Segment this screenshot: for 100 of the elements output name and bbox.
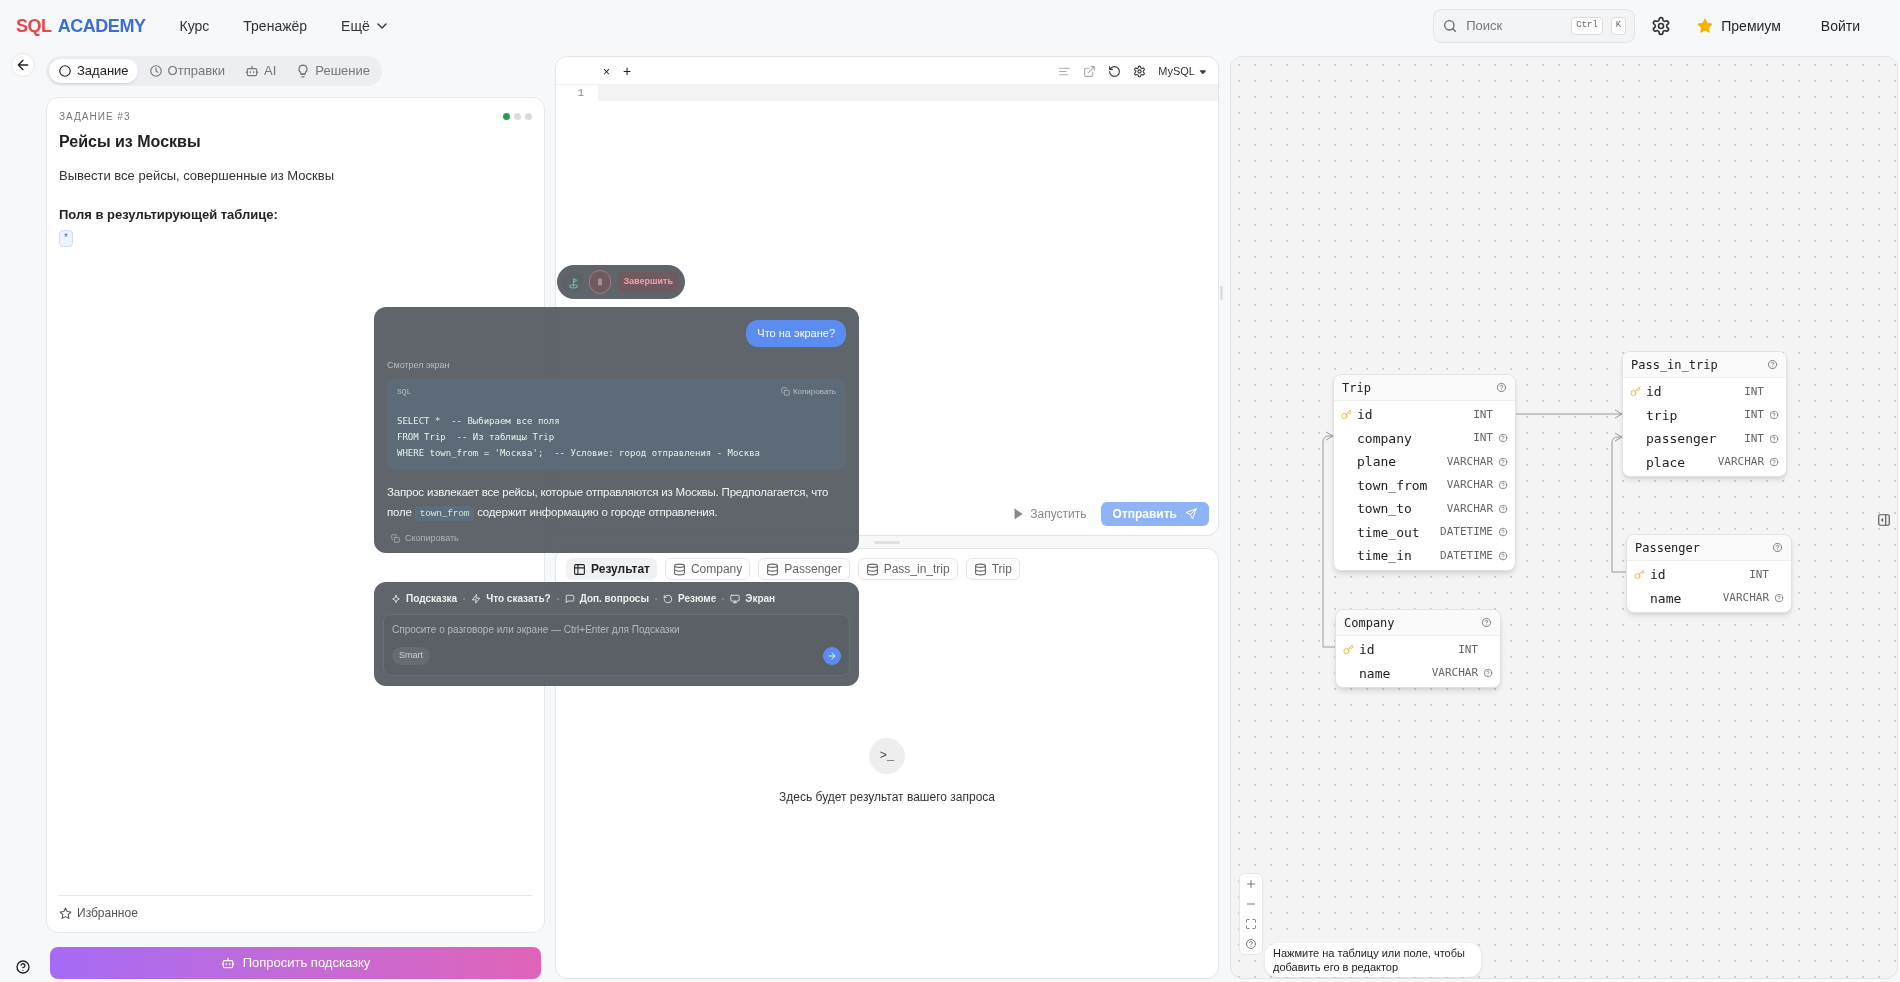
column-name[interactable]: company [1357,428,1474,448]
lightbulb-icon [296,64,311,78]
database-icon [672,562,686,576]
column-type: VARCHAR [1722,590,1769,606]
column-name[interactable]: time_out [1357,522,1440,542]
column-name[interactable]: id [1650,565,1750,585]
column-name[interactable]: place [1646,452,1718,472]
column-name[interactable]: name [1359,663,1432,683]
shortcut-key: K [1610,17,1627,35]
nav-link[interactable]: Тренажёр [243,15,308,37]
chat-bubble-icon [564,593,575,604]
column-name[interactable]: id [1359,640,1459,660]
logo[interactable]: SQL ACADEMY [16,12,146,40]
schema-table[interactable]: Pass_in_trip id INT trip INT passenger INT place VARCHAR [1622,351,1787,477]
column-name[interactable]: id [1357,405,1474,425]
robot-icon [245,64,259,78]
search-placeholder: Поиск [1466,17,1504,36]
quick-action-button[interactable]: Подсказка [391,591,458,606]
close-tab-button[interactable]: × [603,62,610,81]
column-type: INT [1473,406,1493,423]
schema-table[interactable]: Trip id INT company INT plane VARCHAR town_from VARCHAR town_to VARCHAR time_out DATETIME time_in DATETIME [1333,374,1516,571]
database-icon [973,562,987,576]
external-link-icon[interactable] [1083,65,1097,78]
settings-icon[interactable] [1651,16,1672,36]
shortcut-key: Ctrl [1571,17,1603,35]
result-tab[interactable]: Passenger [758,558,850,580]
settings-icon[interactable] [1133,65,1147,78]
column-type: INT [1744,383,1764,400]
task-tab[interactable]: AI [236,59,286,83]
column-type: VARCHAR [1446,477,1493,493]
result-tab[interactable]: Pass_in_trip [857,558,958,580]
fields-heading: Поля в результирующей таблице: [59,205,279,224]
circle-icon [58,64,72,78]
column-name[interactable]: plane [1357,452,1447,472]
fit-view-icon[interactable] [1245,918,1257,930]
code-line: FROM Trip -- Из таблицы Trip [397,430,556,444]
dialect-select[interactable]: MySQL [1158,63,1208,80]
terminal-icon: >_ [869,738,905,774]
status-text: Смотрел экран [387,359,451,372]
zoom-in-icon[interactable] [1245,878,1257,890]
send-button[interactable] [823,647,841,665]
column-type: INT [1744,430,1764,447]
premium-button[interactable]: Премиум [1697,15,1781,37]
nav-link[interactable]: Курс [179,15,210,37]
star-icon [59,906,72,920]
back-button[interactable] [11,53,35,77]
result-tab[interactable]: Company [664,558,751,580]
column-name[interactable]: id [1646,382,1745,402]
panel-toggle-icon[interactable] [1877,513,1891,527]
copy-icon [780,387,790,396]
add-tab-button[interactable]: + [623,61,632,82]
column-name[interactable]: time_in [1357,546,1440,566]
flag-icon[interactable] [566,275,580,289]
schema-table[interactable]: Company id INT name VARCHAR [1335,609,1501,688]
column-name[interactable]: passenger [1646,429,1745,449]
field-chip: * [59,230,73,247]
table-name[interactable]: Trip [1342,378,1371,397]
column-type: VARCHAR [1446,500,1493,517]
favorite-button[interactable]: Избранное [59,895,532,922]
undo-icon[interactable] [1108,65,1122,78]
task-tab[interactable]: Задание [49,59,138,83]
column-name[interactable]: trip [1646,405,1745,425]
sparkle-icon [391,593,401,604]
task-tab[interactable]: Решение [287,59,379,83]
arrow-left-icon [15,57,31,73]
quick-action-button[interactable]: Что сказать? [471,591,551,606]
chat-input[interactable]: Спросите о разговоре или экране — Ctrl+Enter для Подсказки Smart [383,614,850,676]
help-icon[interactable] [15,959,31,975]
task-tab[interactable]: Отправки [139,59,234,83]
pause-button[interactable] [589,270,612,294]
star-icon [1697,18,1714,34]
quick-action-button[interactable]: Экран [730,591,776,606]
mode-chip[interactable]: Smart [392,647,430,665]
line-number: 1 [576,85,585,101]
search-field[interactable]: Поиск Ctrl K [1433,9,1636,43]
column-name[interactable]: town_to [1357,499,1447,519]
column-type: DATETIME [1440,524,1493,540]
result-tab[interactable]: Результат [566,558,657,580]
task-number: ЗАДАНИЕ #3 [59,110,131,124]
clock-icon [148,64,163,78]
run-button[interactable]: Запустить [1012,505,1087,523]
column-type: INT [1458,641,1478,658]
task-title: Рейсы из Москвы [59,132,202,152]
send-icon [1185,508,1197,520]
user-message: Что на экране? [746,320,846,347]
login-button[interactable]: Войти [1820,15,1860,37]
database-icon [766,562,780,576]
arrow-right-icon [827,651,837,661]
nav-menu[interactable]: Ещё [341,15,390,37]
column-type: DATETIME [1440,547,1493,564]
quick-action-button[interactable]: Доп. вопросы [564,591,649,606]
format-icon[interactable] [1058,65,1072,78]
result-tab[interactable]: Trip [965,558,1020,580]
column-name[interactable]: name [1650,588,1723,608]
column-type: VARCHAR [1717,454,1764,470]
quick-action-button[interactable]: Резюме [662,591,717,606]
column-name[interactable]: town_from [1357,475,1447,495]
lightning-icon [471,593,482,604]
schema-table[interactable]: Passenger id INT name VARCHAR [1626,534,1792,613]
column-type: VARCHAR [1431,665,1478,681]
